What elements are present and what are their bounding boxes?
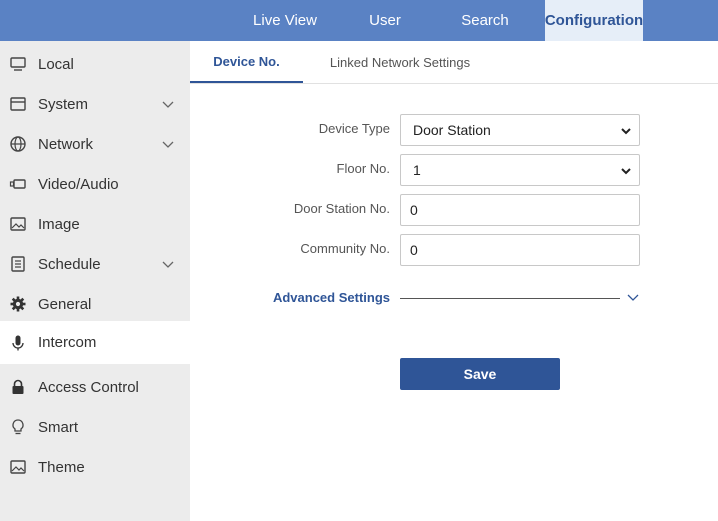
top-navigation-bar: Live View User Search Configuration xyxy=(0,0,718,41)
sidebar-item-general[interactable]: General xyxy=(0,284,190,324)
topnav-user[interactable]: User xyxy=(345,0,425,41)
monitor-icon xyxy=(9,55,27,73)
sidebar-item-label: Intercom xyxy=(38,334,97,351)
sidebar-item-theme[interactable]: Theme xyxy=(0,447,190,487)
tab-bar: Device No. Linked Network Settings xyxy=(190,41,718,84)
door-station-no-input[interactable]: 0 xyxy=(400,194,640,226)
chevron-down-icon[interactable] xyxy=(161,97,175,111)
sidebar-item-access-control[interactable]: Access Control xyxy=(0,367,190,407)
sidebar-item-label: Video/Audio xyxy=(38,175,119,193)
video-icon xyxy=(9,175,27,193)
lightbulb-icon xyxy=(9,418,27,436)
chevron-down-icon[interactable] xyxy=(161,257,175,271)
sidebar-item-smart[interactable]: Smart xyxy=(0,407,190,447)
sidebar-item-intercom[interactable]: Intercom xyxy=(0,321,190,364)
sidebar-item-label: Local xyxy=(38,55,74,73)
community-no-label: Community No. xyxy=(300,241,390,256)
microphone-icon xyxy=(9,334,27,352)
sidebar-item-label: Schedule xyxy=(38,255,101,273)
sidebar-item-video-audio[interactable]: Video/Audio xyxy=(0,164,190,204)
floor-no-select[interactable]: 1 xyxy=(400,154,640,186)
sidebar-item-network[interactable]: Network xyxy=(0,124,190,164)
advanced-settings-divider xyxy=(400,298,620,299)
sidebar: Local System Network Video/Audio Image S… xyxy=(0,41,190,521)
sidebar-item-image[interactable]: Image xyxy=(0,204,190,244)
sidebar-item-local[interactable]: Local xyxy=(0,44,190,84)
tab-linked-network-settings[interactable]: Linked Network Settings xyxy=(315,41,485,83)
globe-icon xyxy=(9,135,27,153)
lock-icon xyxy=(9,378,27,396)
chevron-down-icon[interactable] xyxy=(161,137,175,151)
chevron-down-icon xyxy=(620,165,632,177)
sidebar-item-label: Theme xyxy=(38,458,85,476)
chevron-down-icon xyxy=(620,125,632,137)
image-icon xyxy=(9,215,27,233)
device-type-label: Device Type xyxy=(318,121,390,136)
door-station-no-label: Door Station No. xyxy=(293,201,390,216)
community-no-value: 0 xyxy=(410,242,418,258)
sidebar-item-system[interactable]: System xyxy=(0,84,190,124)
tab-device-no[interactable]: Device No. xyxy=(190,41,303,83)
sidebar-item-label: System xyxy=(38,95,89,113)
chevron-down-icon[interactable] xyxy=(626,291,640,305)
topnav-configuration[interactable]: Configuration xyxy=(545,0,643,41)
sidebar-item-label: Image xyxy=(38,215,80,233)
topnav-live-view[interactable]: Live View xyxy=(235,0,335,41)
advanced-settings-toggle[interactable]: Advanced Settings xyxy=(190,290,390,305)
door-station-no-value: 0 xyxy=(410,202,418,218)
community-no-input[interactable]: 0 xyxy=(400,234,640,266)
save-button[interactable]: Save xyxy=(400,358,560,390)
sidebar-item-label: Access Control xyxy=(38,378,139,396)
gear-icon xyxy=(9,295,27,313)
sidebar-item-label: Smart xyxy=(38,418,79,436)
system-icon xyxy=(9,95,27,113)
schedule-icon xyxy=(9,255,27,273)
sidebar-item-schedule[interactable]: Schedule xyxy=(0,244,190,284)
sidebar-item-label: Network xyxy=(38,135,94,153)
topnav-search[interactable]: Search xyxy=(440,0,530,41)
device-type-select[interactable]: Door Station xyxy=(400,114,640,146)
theme-icon xyxy=(9,458,27,476)
floor-no-label: Floor No. xyxy=(336,161,390,176)
sidebar-item-label: General xyxy=(38,295,92,313)
floor-no-value: 1 xyxy=(413,162,421,178)
device-type-value: Door Station xyxy=(413,122,491,138)
